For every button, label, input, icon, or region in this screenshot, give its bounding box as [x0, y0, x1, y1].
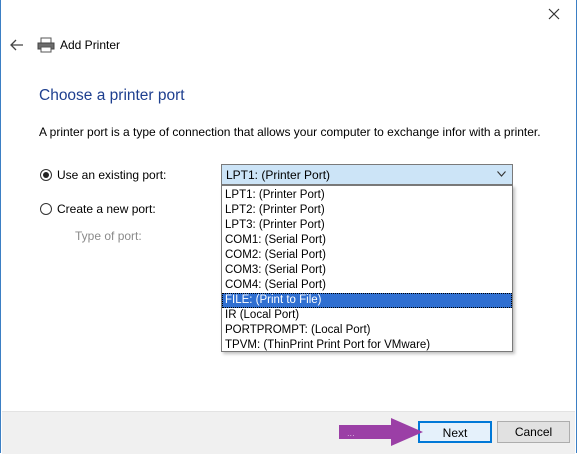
back-arrow-icon[interactable] [10, 38, 24, 52]
port-option[interactable]: LPT3: (Printer Port) [222, 218, 512, 233]
existing-port-label[interactable]: Use an existing port: [57, 168, 166, 182]
port-option[interactable]: LPT2: (Printer Port) [222, 203, 512, 218]
port-option[interactable]: TPVM: (ThinPrint Print Port for VMware) [222, 338, 512, 353]
chevron-down-icon[interactable] [497, 171, 506, 177]
cancel-button[interactable]: Cancel [497, 421, 570, 443]
port-option[interactable]: FILE: (Print to File) [222, 293, 512, 308]
port-option[interactable]: PORTPROMPT: (Local Port) [222, 323, 512, 338]
type-of-port-label: Type of port: [75, 229, 142, 243]
port-option[interactable]: LPT1: (Printer Port) [222, 188, 512, 203]
port-option[interactable]: COM2: (Serial Port) [222, 248, 512, 263]
port-select-value: LPT1: (Printer Port) [226, 168, 331, 182]
add-printer-window: Add Printer Choose a printer port A prin… [0, 0, 577, 454]
purple-arrow-icon: ... [339, 418, 423, 446]
page-description: A printer port is a type of connection t… [39, 125, 541, 139]
close-icon[interactable] [546, 6, 562, 22]
new-port-radio[interactable] [40, 203, 52, 215]
port-option[interactable]: COM1: (Serial Port) [222, 233, 512, 248]
port-option[interactable]: IR (Local Port) [222, 308, 512, 323]
port-dropdown-list: LPT1: (Printer Port) LPT2: (Printer Port)… [221, 185, 513, 352]
next-button[interactable]: Next [418, 421, 492, 443]
port-select[interactable]: LPT1: (Printer Port) [221, 164, 513, 185]
port-option[interactable]: COM4: (Serial Port) [222, 278, 512, 293]
svg-text:...: ... [347, 429, 355, 438]
window-title: Add Printer [60, 38, 121, 52]
printer-icon [37, 37, 55, 53]
page-heading: Choose a printer port [39, 87, 185, 104]
new-port-label[interactable]: Create a new port: [57, 202, 156, 216]
existing-port-radio[interactable] [40, 169, 52, 181]
port-option[interactable]: COM3: (Serial Port) [222, 263, 512, 278]
